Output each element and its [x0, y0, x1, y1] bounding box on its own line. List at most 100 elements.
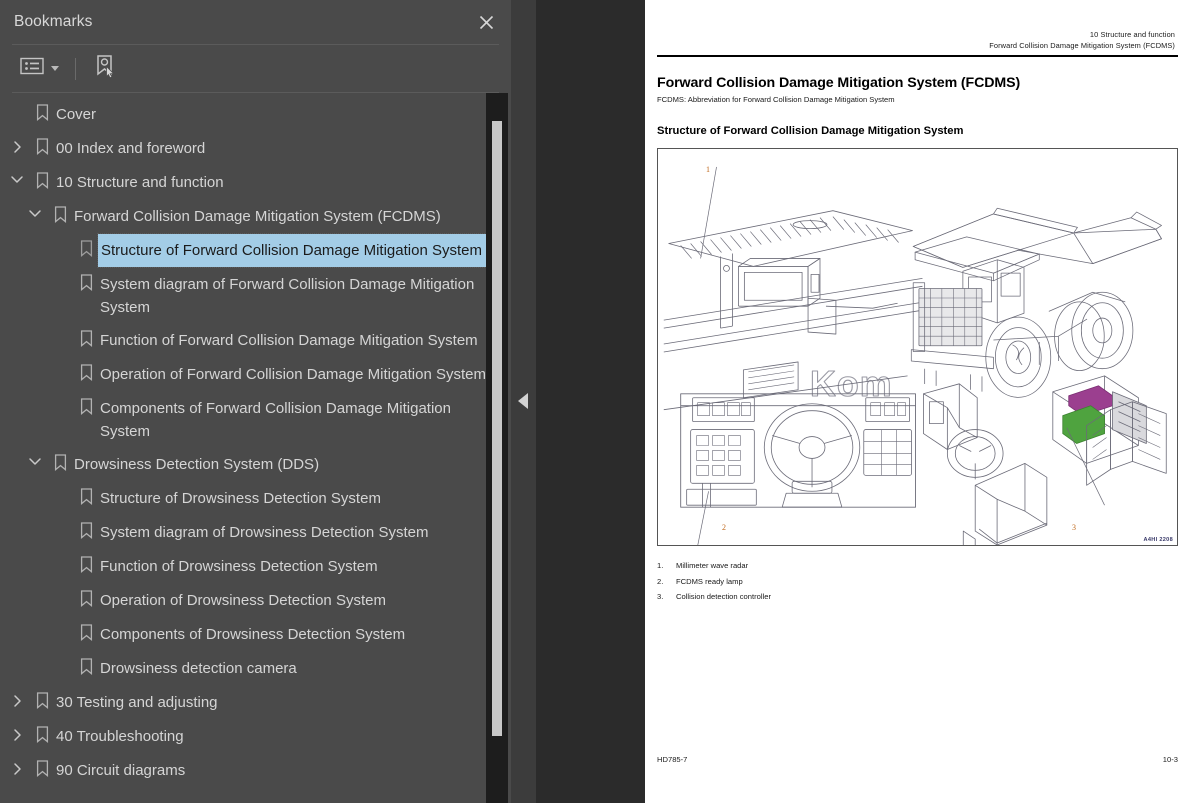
bookmarks-toolbar — [0, 45, 511, 92]
bookmark-item[interactable]: 90 Circuit diagrams — [0, 754, 486, 788]
bookmark-item[interactable]: Function of Forward Collision Damage Mit… — [0, 324, 486, 358]
bookmark-icon — [74, 652, 98, 675]
drawing-millimeter-wave-radar: Kom — [663, 166, 923, 411]
twisty-spacer — [4, 98, 30, 106]
twisty-spacer — [48, 618, 74, 626]
bookmark-icon — [74, 268, 98, 291]
bookmark-item-label: Components of Forward Collision Damage M… — [100, 400, 451, 440]
twisty-spacer — [48, 324, 74, 332]
collapse-left-triangle-icon[interactable] — [518, 393, 528, 409]
select-current-bookmark-button[interactable] — [90, 51, 120, 86]
twisty-spacer — [48, 516, 74, 524]
figure-legend: 1. Millimeter wave radar 2. FCDMS ready lam… — [657, 558, 1200, 605]
bookmark-icon — [74, 584, 98, 607]
bookmark-item-label: System diagram of Forward Collision Dama… — [100, 276, 475, 316]
bookmark-item[interactable]: Structure of Forward Collision Damage Mi… — [0, 233, 487, 268]
chevron-down-icon[interactable] — [22, 448, 48, 467]
figure-callout-2: 2 — [722, 523, 726, 532]
bookmark-icon — [74, 392, 98, 415]
bookmark-item-label: Components of Drowsiness Detection Syste… — [100, 626, 406, 643]
bookmark-icon — [48, 448, 72, 471]
twisty-spacer — [48, 392, 74, 400]
bookmark-icon — [30, 98, 54, 121]
running-head-line-2: Forward Collision Damage Mitigation Syst… — [989, 40, 1175, 50]
chevron-right-icon[interactable] — [4, 720, 30, 742]
bookmark-icon — [74, 550, 98, 573]
twisty-spacer — [48, 268, 74, 276]
bookmark-item[interactable]: 40 Troubleshooting — [0, 720, 486, 754]
bookmarks-tree-scroll-area[interactable]: Cover 00 Index and foreword 10 Structure a… — [0, 93, 511, 803]
bookmark-item-label: Operation of Drowsiness Detection System — [100, 592, 386, 609]
header-rule — [657, 55, 1178, 57]
footer-model: HD785-7 — [657, 755, 688, 764]
bookmark-item[interactable]: 00 Index and foreword — [0, 132, 486, 166]
figure-illustration: Kom 1 2 3 A4HI 2208 — [657, 148, 1178, 546]
section-title: Structure of Forward Collision Damage Mi… — [657, 125, 964, 137]
bookmark-item-label: Drowsiness detection camera — [100, 660, 297, 677]
bookmark-item[interactable]: Cover — [0, 98, 486, 132]
running-head-line-1: 10 Structure and function — [1089, 30, 1175, 39]
bookmark-item-label: 90 Circuit diagrams — [56, 762, 186, 779]
bookmark-options-button[interactable] — [16, 54, 63, 83]
figure-legend-text: FCDMS ready lamp — [676, 576, 743, 586]
bookmark-item[interactable]: 10 Structure and function — [0, 166, 486, 200]
figure-callout-1: 1 — [706, 165, 710, 174]
bookmark-icon — [30, 166, 54, 189]
bookmark-icon — [30, 686, 54, 709]
bookmark-item[interactable]: Drowsiness Detection System (DDS) — [0, 448, 486, 482]
figure-legend-number: 1. — [657, 561, 664, 570]
bookmark-item[interactable]: Components of Drowsiness Detection Syste… — [0, 618, 486, 652]
bookmark-item[interactable]: Drowsiness detection camera — [0, 652, 486, 686]
bookmarks-scrollbar[interactable] — [486, 93, 508, 803]
document-page[interactable]: 10 Structure and function Forward Collis… — [645, 0, 1200, 803]
twisty-spacer — [48, 584, 74, 592]
chevron-down-icon — [51, 66, 59, 71]
bookmark-icon — [30, 132, 54, 155]
bookmark-item-label: Structure of Drowsiness Detection System — [100, 490, 381, 507]
figure-legend-number: 2. — [657, 576, 664, 586]
bookmark-icon — [74, 358, 98, 381]
close-icon[interactable] — [475, 11, 497, 33]
bookmark-item[interactable]: Structure of Drowsiness Detection System — [0, 482, 486, 516]
bookmark-icon — [74, 482, 98, 505]
figure-legend-number: 3. — [657, 592, 664, 601]
bookmark-item[interactable]: Operation of Forward Collision Damage Mi… — [0, 358, 486, 392]
bookmark-item[interactable]: Forward Collision Damage Mitigation Syst… — [0, 200, 486, 234]
chevron-right-icon[interactable] — [4, 754, 30, 776]
bookmark-item-label: Function of Forward Collision Damage Mit… — [100, 332, 478, 349]
bookmark-item[interactable]: Operation of Drowsiness Detection System — [0, 584, 486, 618]
bookmark-item[interactable]: System diagram of Forward Collision Dama… — [0, 268, 486, 324]
chevron-right-icon[interactable] — [4, 132, 30, 154]
bookmark-item-label: 40 Troubleshooting — [56, 728, 184, 745]
figure-legend-row: 2. FCDMS ready lamp — [657, 574, 1200, 590]
bookmark-icon — [74, 516, 98, 539]
chevron-down-icon[interactable] — [4, 166, 30, 185]
drawing-cab-dashboard — [680, 393, 916, 545]
bookmark-icon — [74, 324, 98, 347]
twisty-spacer — [48, 358, 74, 366]
bookmark-item-label: Structure of Forward Collision Damage Mi… — [97, 233, 487, 268]
bookmarks-scrollbar-thumb[interactable] — [492, 121, 502, 736]
bookmark-icon — [30, 754, 54, 777]
bookmark-item[interactable]: Components of Forward Collision Damage M… — [0, 392, 486, 448]
toolbar-separator — [75, 57, 76, 80]
pdf-reader-window: Bookmarks Cover 00 Index and foreword 10… — [0, 0, 1200, 803]
bookmark-item-label: System diagram of Drowsiness Detection S… — [100, 524, 429, 541]
figure-legend-text: Collision detection controller — [676, 592, 771, 601]
bookmark-icon — [74, 234, 98, 257]
bookmark-item[interactable]: 30 Testing and adjusting — [0, 686, 486, 720]
bookmark-item[interactable]: System diagram of Drowsiness Detection S… — [0, 516, 486, 550]
page-content: 10 Structure and function Forward Collis… — [645, 0, 1200, 803]
bookmark-item-label: Forward Collision Damage Mitigation Syst… — [74, 208, 441, 225]
bookmark-item-label: Cover — [56, 106, 97, 123]
bookmark-icon — [48, 200, 72, 223]
bookmark-item[interactable]: Function of Drowsiness Detection System — [0, 550, 486, 584]
drawing-collision-detection-controller — [923, 375, 1167, 545]
list-options-icon — [20, 57, 44, 80]
figure-legend-row: 1. Millimeter wave radar — [657, 558, 1200, 574]
panel-title: Bookmarks — [14, 13, 93, 30]
chevron-right-icon[interactable] — [4, 686, 30, 708]
figure-legend-row: 3. Collision detection controller — [657, 589, 1200, 605]
page-running-head: 10 Structure and function Forward Collis… — [645, 30, 1175, 51]
chevron-down-icon[interactable] — [22, 200, 48, 219]
